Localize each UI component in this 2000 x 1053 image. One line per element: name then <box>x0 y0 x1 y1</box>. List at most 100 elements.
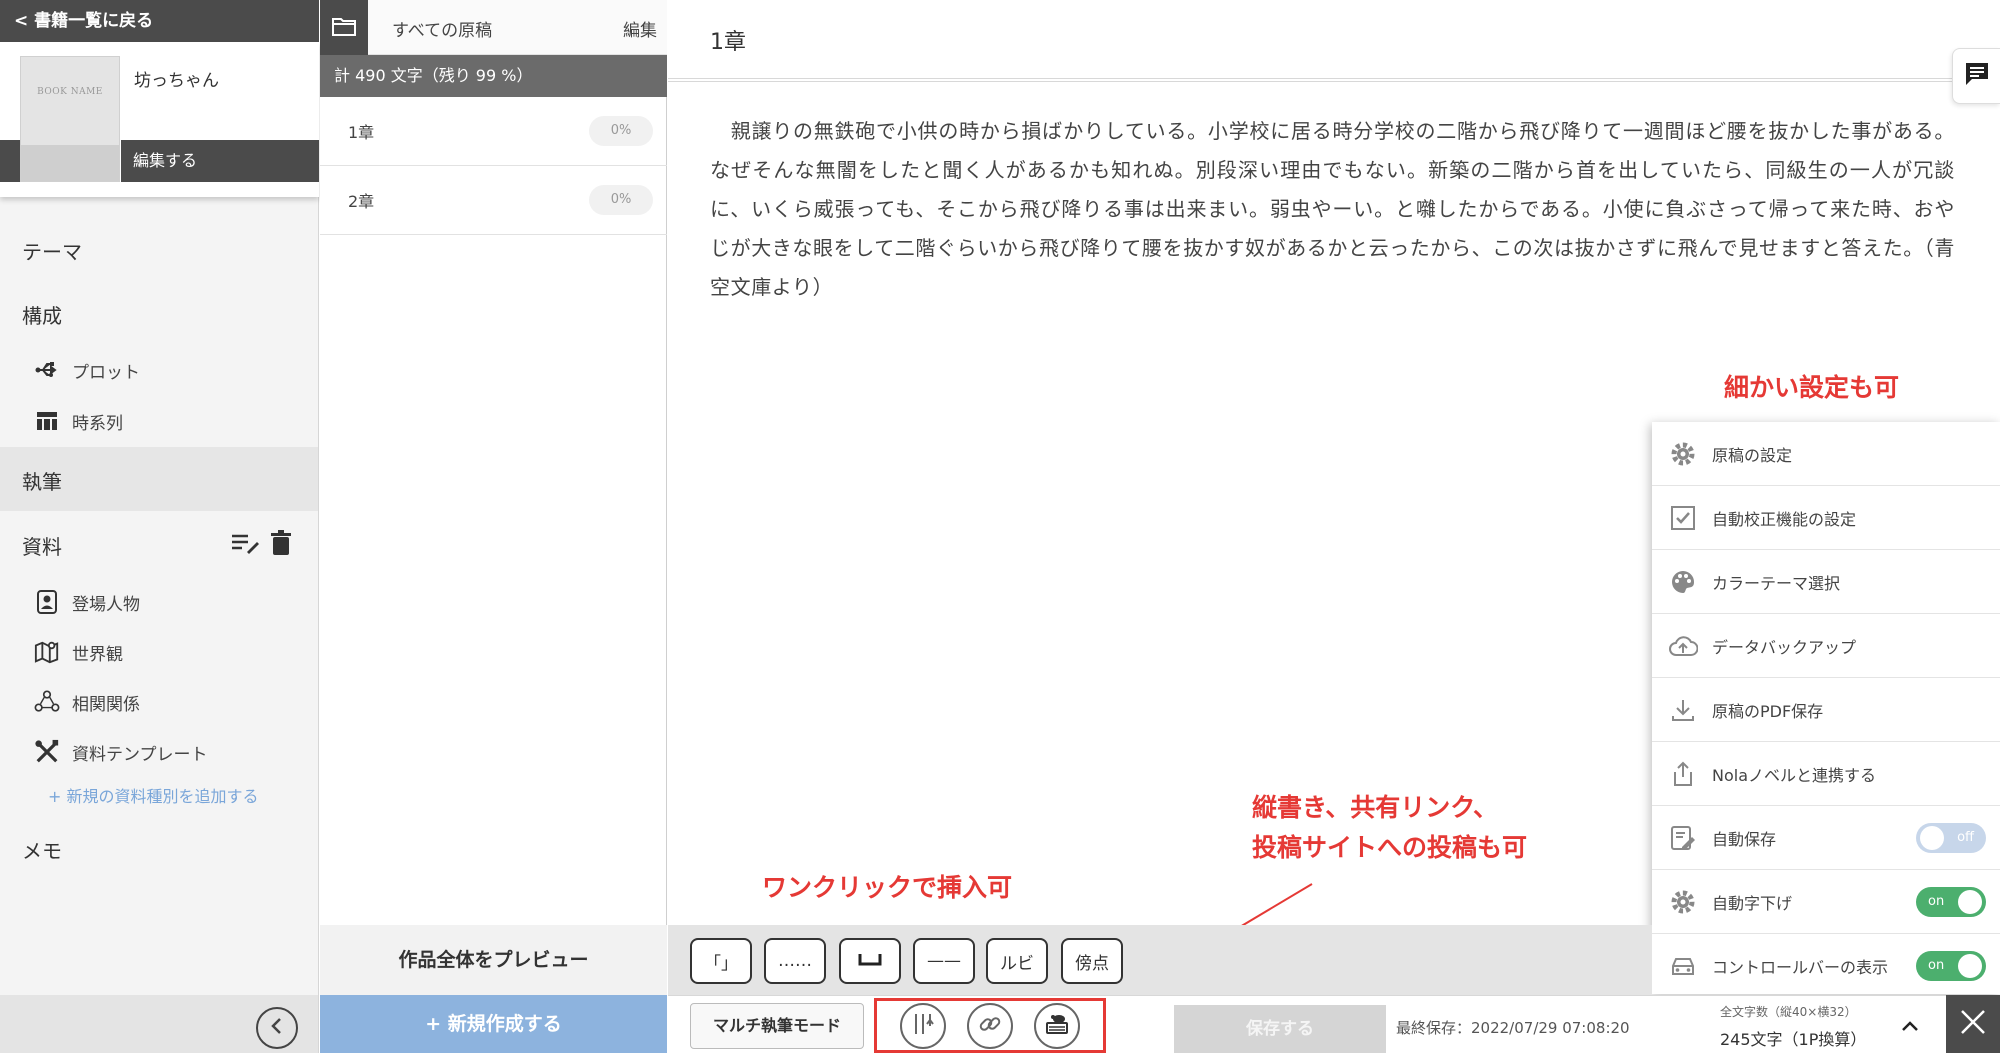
toggle-state: on <box>1928 894 1945 909</box>
back-to-books-link[interactable]: < 書籍一覧に戻る <box>0 0 319 42</box>
chevron-up-icon[interactable] <box>1900 1018 1920 1037</box>
add-material-type-link[interactable]: + 新規の資料種別を追加する <box>48 783 259 807</box>
relations-icon <box>34 689 60 715</box>
settings-item-label: 原稿の設定 <box>1712 445 1793 465</box>
sidebar-item-materials[interactable]: 資料 <box>22 531 62 560</box>
left-sidebar: < 書籍一覧に戻る BOOK NAME 坊っちゃん 編集する テーマ 構成 プロ… <box>0 0 319 1053</box>
checkbox-icon <box>1668 503 1698 533</box>
close-settings-button[interactable] <box>1946 995 2000 1053</box>
manuscript-list-header: すべての原稿 編集 <box>320 0 667 55</box>
download-icon <box>1668 695 1698 725</box>
chapter-name: 1章 <box>348 123 375 142</box>
sidebar-item-label: 世界観 <box>72 644 123 665</box>
car-icon <box>1668 951 1698 981</box>
settings-item-label: コントロールバーの表示 <box>1712 958 1889 977</box>
settings-item-control-bar[interactable]: コントロールバーの表示 on <box>1652 934 2000 998</box>
manuscript-text-area[interactable]: 親譲りの無鉄砲で小供の時から損ばかりしている。小学校に居る時分学校の二階から飛び… <box>710 112 1955 307</box>
wordcount-label: 全文字数（縦40×横32） <box>1720 1005 1857 1019</box>
post-to-site-button[interactable] <box>1034 1002 1081 1049</box>
folder-icon <box>332 16 356 40</box>
sidebar-item-template[interactable]: 資料テンプレート <box>34 737 208 767</box>
settings-item-autosave[interactable]: 自動保存 off <box>1652 806 2000 870</box>
multi-writing-mode-button[interactable]: マルチ執筆モード <box>690 1003 864 1049</box>
space-icon <box>858 951 882 971</box>
sidebar-item-label: 資料テンプレート <box>72 744 208 765</box>
settings-item-proofreading[interactable]: 自動校正機能の設定 <box>1652 486 2000 550</box>
insert-ruby-button[interactable]: ルビ <box>986 938 1048 984</box>
comment-panel-button[interactable] <box>1952 48 2000 104</box>
settings-item-label: 自動保存 <box>1712 829 1777 849</box>
character-count-bar: 計 490 文字（残り 99 %） <box>320 55 667 97</box>
collapse-sidebar-button[interactable] <box>256 1007 298 1049</box>
insert-toolbar: 「」 …… —— ルビ 傍点 <box>668 925 1652 995</box>
settings-menu: 原稿の設定 自動校正機能の設定 カラーテーマ選択 データバックアップ 原稿のPD… <box>1652 422 2000 994</box>
table-icon <box>34 408 60 434</box>
edit-list-icon[interactable] <box>230 530 260 560</box>
autosave-toggle[interactable]: off <box>1916 823 1986 853</box>
wordcount-panel[interactable]: 全文字数（縦40×横32） 245文字（1P換算） <box>1705 1000 1945 1053</box>
edit-manuscripts-button[interactable]: 編集 <box>623 16 657 41</box>
gear-icon <box>1668 439 1698 469</box>
sidebar-item-memo[interactable]: メモ <box>22 835 62 864</box>
insert-dash-button[interactable]: —— <box>913 938 975 984</box>
sidebar-item-world[interactable]: 世界観 <box>34 637 123 667</box>
post-site-icon <box>1043 1011 1071 1041</box>
chapter-item[interactable]: 2章 0% <box>320 166 667 235</box>
chat-icon <box>1964 61 1990 91</box>
settings-item-label: Nolaノベルと連携する <box>1712 765 1877 785</box>
chapter-item[interactable]: 1章 0% <box>320 97 667 166</box>
insert-space-button[interactable] <box>839 938 901 984</box>
gear-icon <box>1668 887 1698 917</box>
insert-emphasis-button[interactable]: 傍点 <box>1061 938 1123 984</box>
settings-item-pdf[interactable]: 原稿のPDF保存 <box>1652 678 2000 742</box>
auto-indent-toggle[interactable]: on <box>1916 887 1986 917</box>
map-icon <box>34 639 60 665</box>
chapter-progress-badge: 0% <box>589 116 653 146</box>
settings-item-label: データバックアップ <box>1712 637 1857 657</box>
sidebar-item-characters[interactable]: 登場人物 <box>34 587 140 617</box>
edit-book-button[interactable]: 編集する <box>121 140 319 182</box>
control-bar-toggle[interactable]: on <box>1916 951 1986 981</box>
save-button[interactable]: 保存する <box>1174 1005 1386 1053</box>
insert-ellipsis-button[interactable]: …… <box>764 938 826 984</box>
tools-icon <box>34 739 60 765</box>
chapter-title[interactable]: 1章 <box>710 24 746 56</box>
settings-item-nola-novel[interactable]: Nolaノベルと連携する <box>1652 742 2000 806</box>
sidebar-item-label: 時系列 <box>72 413 123 434</box>
manuscript-list-panel: すべての原稿 編集 計 490 文字（残り 99 %） 1章 0% 2章 0% … <box>320 0 667 1053</box>
materials-tools <box>230 530 292 560</box>
settings-item-label: 自動字下げ <box>1712 893 1793 913</box>
book-title: 坊っちゃん <box>134 71 219 91</box>
title-divider <box>668 78 2000 82</box>
trash-icon[interactable] <box>270 530 292 560</box>
sidebar-item-theme[interactable]: テーマ <box>22 236 82 265</box>
settings-item-manuscript[interactable]: 原稿の設定 <box>1652 422 2000 486</box>
chapter-progress-badge: 0% <box>589 185 653 215</box>
all-manuscripts-label[interactable]: すべての原稿 <box>392 16 492 41</box>
sidebar-item-relations[interactable]: 相関関係 <box>34 687 140 717</box>
wordcount-value: 245文字（1P換算） <box>1720 1030 1867 1049</box>
settings-item-auto-indent[interactable]: 自動字下げ on <box>1652 870 2000 934</box>
preview-all-button[interactable]: 作品全体をプレビュー <box>320 925 667 995</box>
new-manuscript-button[interactable]: + 新規作成する <box>320 995 667 1053</box>
share-link-button[interactable] <box>966 1002 1013 1049</box>
link-icon <box>977 1011 1003 1041</box>
sidebar-item-timeline[interactable]: 時系列 <box>34 406 123 436</box>
annotation-share-line1: 縦書き、共有リンク、 <box>1252 793 1499 822</box>
toggle-state: on <box>1928 958 1945 973</box>
sidebar-item-structure[interactable]: 構成 <box>22 300 62 329</box>
palette-icon <box>1668 567 1698 597</box>
settings-item-label: カラーテーマ選択 <box>1712 573 1841 593</box>
folder-button[interactable] <box>320 0 368 55</box>
settings-item-color-theme[interactable]: カラーテーマ選択 <box>1652 550 2000 614</box>
settings-item-label: 自動校正機能の設定 <box>1712 509 1857 529</box>
sidebar-item-label: 登場人物 <box>72 594 140 615</box>
insert-brackets-button[interactable]: 「」 <box>690 938 752 984</box>
sidebar-item-plot[interactable]: プロット <box>34 355 140 385</box>
vertical-writing-button[interactable] <box>899 1002 946 1049</box>
close-icon <box>1958 1007 1988 1041</box>
toggle-state: off <box>1957 830 1974 845</box>
sidebar-item-writing[interactable]: 執筆 <box>22 466 62 495</box>
settings-item-backup[interactable]: データバックアップ <box>1652 614 2000 678</box>
book-cover-image: BOOK NAME <box>20 56 120 182</box>
